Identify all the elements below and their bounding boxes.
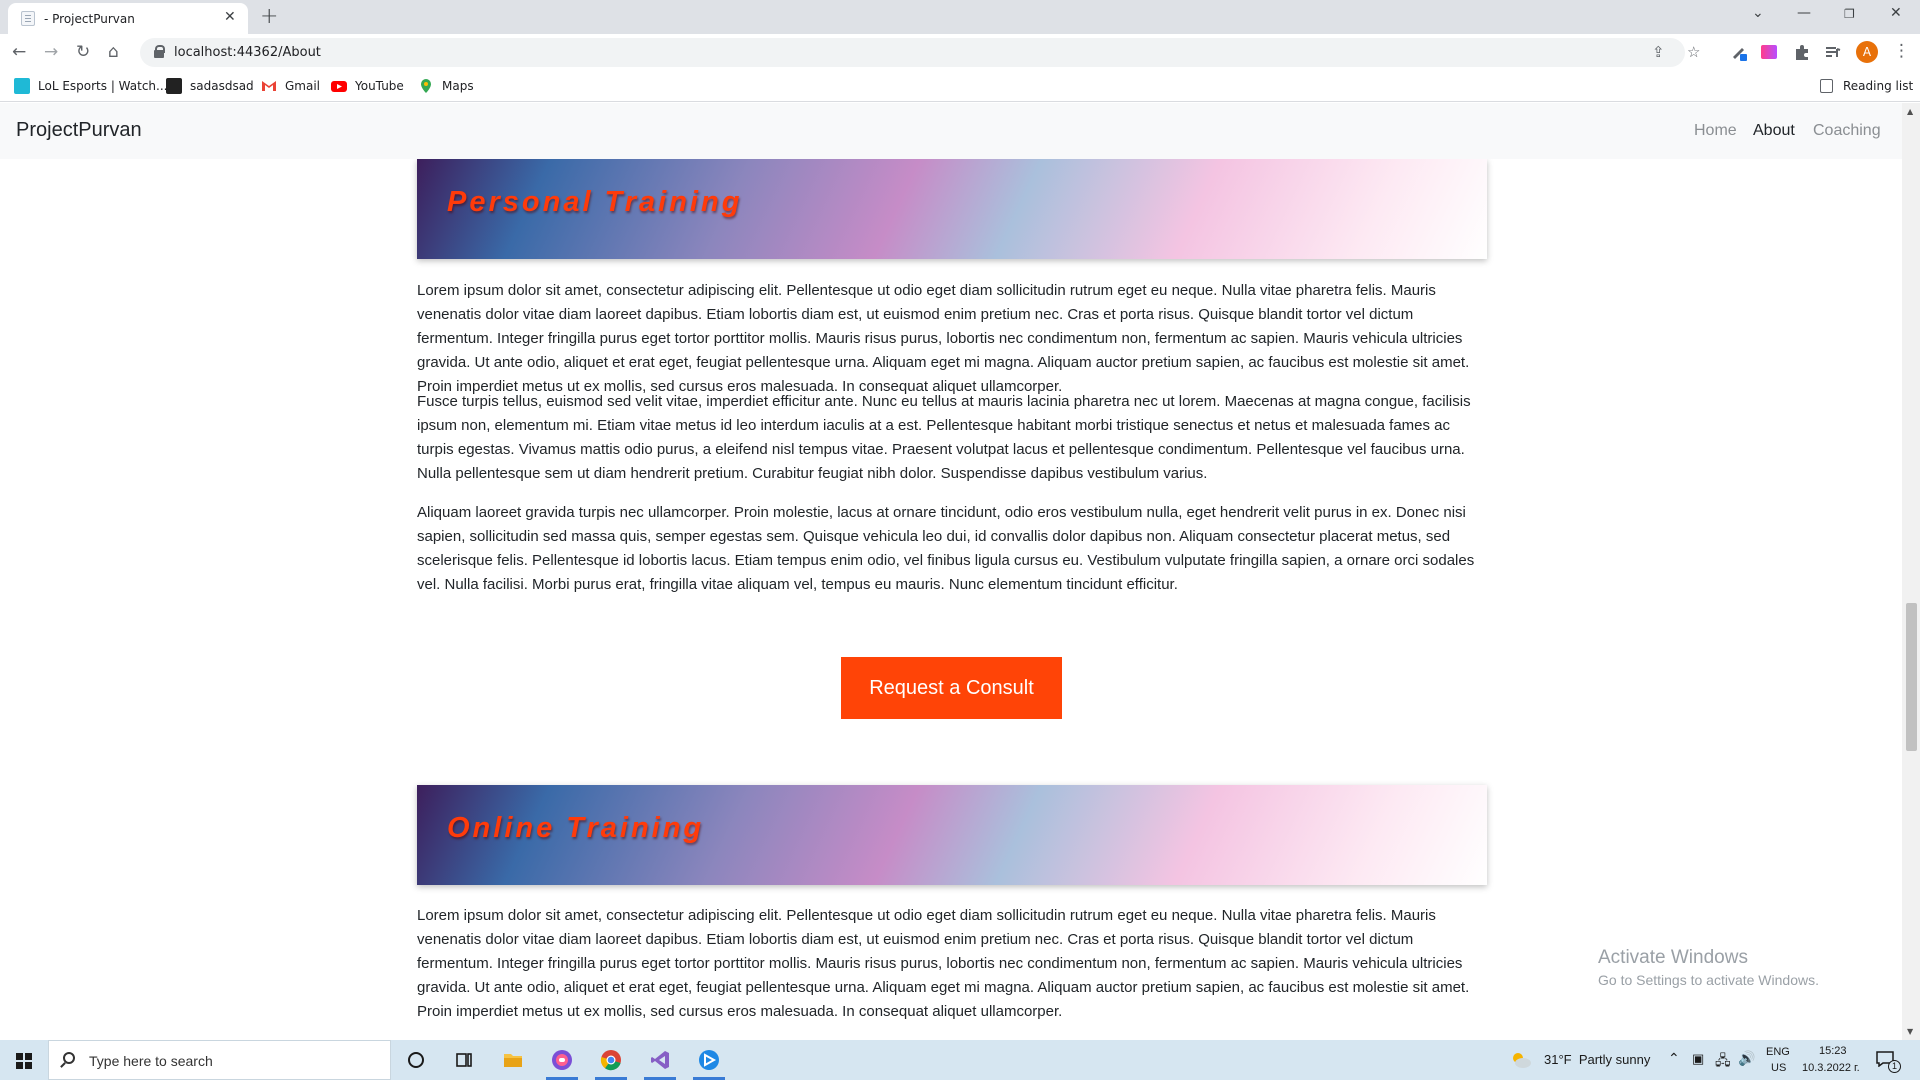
activate-windows-title: Activate Windows: [1598, 947, 1748, 968]
extension-pen-icon[interactable]: [1730, 43, 1748, 61]
bookmark-label: YouTube: [355, 79, 404, 93]
bookmark-star-icon[interactable]: ☆: [1687, 43, 1700, 61]
page-viewport: Personal Training Lorem ipsum dolor sit …: [0, 103, 1920, 1040]
bookmark-maps[interactable]: Maps: [418, 70, 474, 102]
nav-home[interactable]: Home: [1694, 122, 1737, 140]
cortana-icon[interactable]: [392, 1040, 440, 1080]
extension-gradient-icon[interactable]: [1760, 43, 1778, 61]
browser-tab[interactable]: - ProjectPurvan ✕: [8, 3, 248, 34]
section-title: Personal Training: [447, 186, 743, 218]
address-bar[interactable]: localhost:44362/About ⇪ ☆: [140, 38, 1700, 67]
back-button[interactable]: ←: [12, 42, 26, 62]
partly-sunny-icon: [1513, 1053, 1531, 1068]
paragraph: Lorem ipsum dolor sit amet, consectetur …: [417, 282, 1470, 395]
blue-app-icon[interactable]: [685, 1040, 733, 1080]
paragraph: Aliquam laoreet gravida turpis nec ullam…: [417, 504, 1475, 593]
new-tab-button[interactable]: +: [260, 4, 278, 29]
url-text[interactable]: localhost:44362/About: [174, 45, 321, 60]
restore-button[interactable]: ❐: [1844, 7, 1855, 21]
taskbar-search-placeholder: Type here to search: [89, 1053, 213, 1069]
lock-icon[interactable]: [154, 45, 165, 58]
visual-studio-icon[interactable]: [636, 1040, 684, 1080]
paragraph: Fusce turpis tellus, euismod sed velit v…: [417, 393, 1471, 482]
nav-coaching[interactable]: Coaching: [1813, 122, 1881, 140]
reading-list-icon: [1820, 79, 1833, 93]
request-consult-button[interactable]: Request a Consult: [841, 657, 1062, 719]
paragraph: Lorem ipsum dolor sit amet, consectetur …: [417, 907, 1470, 1020]
reading-list-button[interactable]: Reading list: [1820, 70, 1913, 102]
lol-esports-icon: [14, 78, 30, 94]
windows-taskbar: Type here to search 31°F Partly sunny ⌃ …: [0, 1040, 1920, 1080]
forward-button[interactable]: →: [44, 42, 58, 62]
taskbar-search[interactable]: Type here to search: [48, 1040, 391, 1080]
minimize-button[interactable]: —: [1797, 5, 1811, 21]
gmail-icon: [261, 78, 277, 94]
youtube-icon: [331, 78, 347, 94]
section-title: Online Training: [447, 812, 705, 844]
media-controls-icon[interactable]: [1824, 43, 1842, 61]
tab-search-chevron-icon[interactable]: ⌄: [1752, 5, 1764, 21]
reload-button[interactable]: ↻: [76, 42, 90, 62]
clock-date[interactable]: 10.3.2022 г.: [1802, 1062, 1860, 1080]
page-favicon-icon: [21, 11, 35, 26]
home-button[interactable]: ⌂: [108, 42, 119, 62]
scroll-thumb[interactable]: [1906, 603, 1917, 751]
bookmark-sadasdsad[interactable]: sadasdsad: [166, 70, 254, 102]
tab-close-icon[interactable]: ✕: [224, 9, 236, 25]
windows-start-icon[interactable]: [16, 1053, 32, 1069]
search-icon: [63, 1052, 75, 1064]
bookmark-label: LoL Esports | Watch...: [38, 79, 168, 93]
chrome-icon[interactable]: [587, 1040, 635, 1080]
scroll-up-arrow-icon[interactable]: ▲: [1907, 107, 1913, 116]
scroll-down-arrow-icon[interactable]: ▼: [1907, 1027, 1913, 1036]
site-navbar: ProjectPurvan Home About Coaching: [0, 103, 1902, 159]
browser-toolbar: ← → ↻ ⌂ localhost:44362/About ⇪ ☆ A ⋮: [0, 34, 1920, 70]
bookmark-label: Gmail: [285, 79, 321, 93]
bookmark-label: sadasdsad: [190, 79, 254, 93]
extensions-puzzle-icon[interactable]: [1793, 43, 1811, 61]
reading-list-label: Reading list: [1843, 79, 1914, 93]
bookmark-youtube[interactable]: YouTube: [331, 70, 404, 102]
volume-icon[interactable]: 🔊: [1738, 1050, 1755, 1080]
share-icon[interactable]: ⇪: [1652, 43, 1665, 61]
close-window-button[interactable]: ✕: [1890, 5, 1902, 21]
page-scrollbar[interactable]: ▲ ▼: [1902, 103, 1920, 1040]
weather-text: 31°F Partly sunny: [1544, 1052, 1651, 1067]
activate-windows-subtitle: Go to Settings to activate Windows.: [1598, 972, 1819, 988]
task-view-icon[interactable]: [440, 1040, 488, 1080]
personal-training-banner: Personal Training: [417, 159, 1487, 259]
maps-icon: [418, 78, 434, 94]
profile-avatar[interactable]: A: [1856, 41, 1878, 63]
browser-tabstrip: - ProjectPurvan ✕ + ⌄ — ❐ ✕: [0, 0, 1920, 34]
ws-icon: [166, 78, 182, 94]
language-bottom[interactable]: US: [1771, 1062, 1786, 1080]
tab-title: - ProjectPurvan: [44, 12, 135, 26]
browser-menu-icon[interactable]: ⋮: [1893, 41, 1910, 61]
show-hidden-icons-chevron-icon[interactable]: ⌃: [1668, 1050, 1680, 1080]
bookmark-lol-esports[interactable]: LoL Esports | Watch...: [14, 70, 167, 102]
site-brand[interactable]: ProjectPurvan: [16, 119, 142, 142]
bookmark-gmail[interactable]: Gmail: [261, 70, 320, 102]
file-explorer-icon[interactable]: [489, 1040, 537, 1080]
notification-count-badge: 1: [1888, 1060, 1901, 1073]
meet-now-icon[interactable]: ▣: [1692, 1051, 1704, 1080]
discord-like-app-icon[interactable]: [538, 1040, 586, 1080]
bookmark-label: Maps: [442, 79, 474, 93]
network-icon[interactable]: 🖧: [1715, 1050, 1731, 1080]
bookmarks-bar: LoL Esports | Watch... sadasdsad Gmail Y…: [0, 70, 1920, 102]
online-training-banner: Online Training: [417, 785, 1487, 885]
nav-about[interactable]: About: [1753, 122, 1795, 140]
